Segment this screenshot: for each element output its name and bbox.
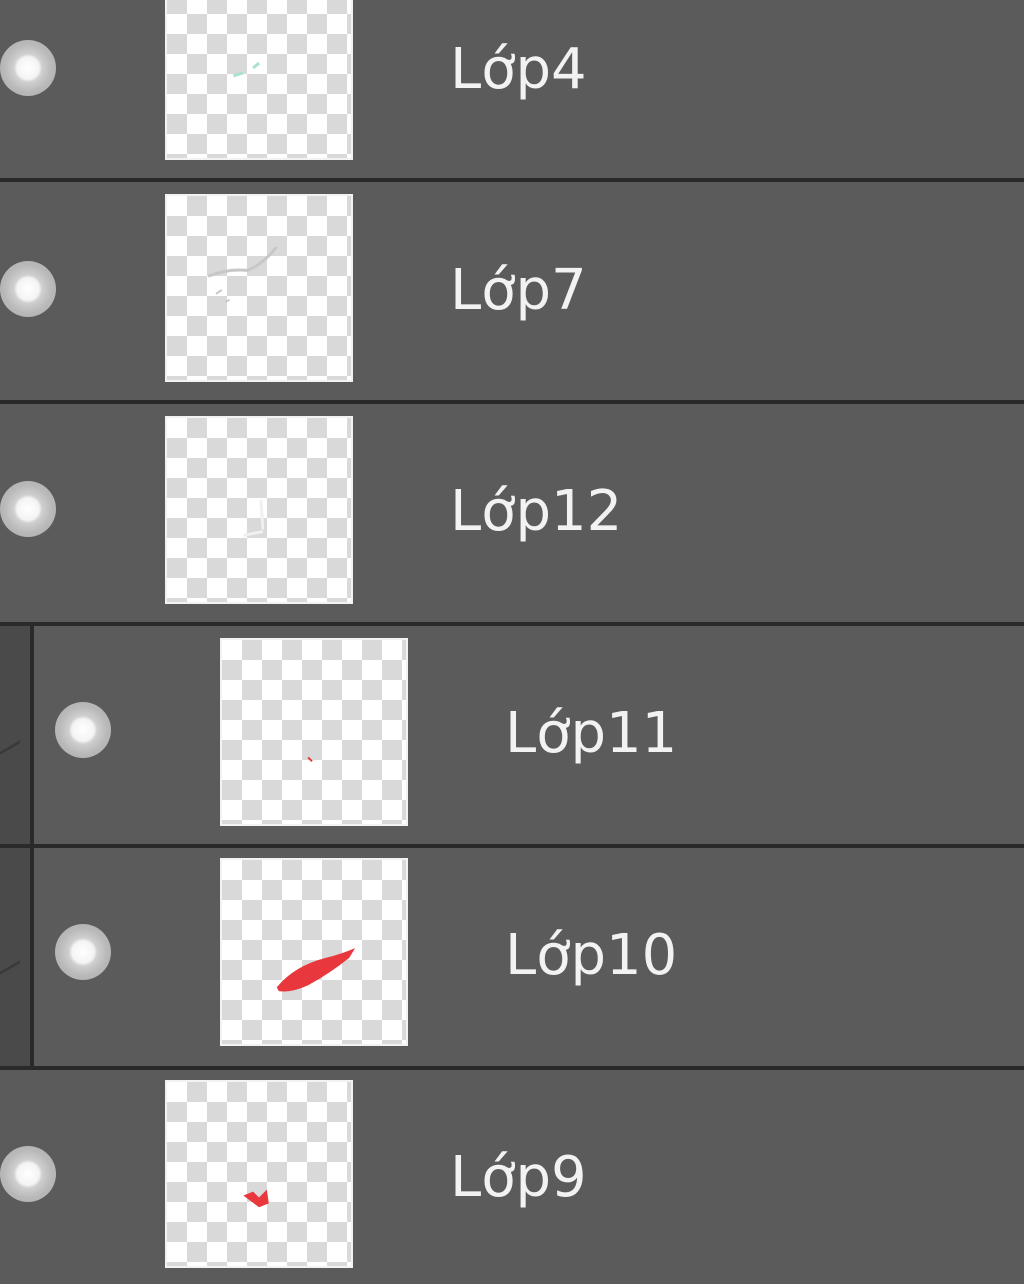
layer-row-lop11[interactable]: Lớp11	[0, 626, 1024, 848]
clip-arrow-icon	[0, 740, 20, 769]
layer-name[interactable]: Lớp12	[450, 484, 622, 540]
layer-thumbnail[interactable]	[165, 1080, 353, 1268]
clipping-indicator	[0, 626, 34, 844]
layer-row-lop12[interactable]: Lớp12	[0, 404, 1024, 626]
eye-icon[interactable]	[55, 924, 111, 980]
layer-thumbnail[interactable]	[165, 0, 353, 160]
layer-thumbnail[interactable]	[165, 416, 353, 604]
eye-icon[interactable]	[0, 40, 56, 96]
clip-arrow-icon	[0, 960, 20, 989]
layer-row-lop9[interactable]: Lớp9	[0, 1070, 1024, 1284]
clipping-indicator	[0, 848, 34, 1066]
layer-name[interactable]: Lớp7	[450, 263, 587, 319]
eye-icon[interactable]	[0, 261, 56, 317]
eye-icon[interactable]	[0, 481, 56, 537]
layer-thumbnail[interactable]	[220, 638, 408, 826]
layer-thumbnail[interactable]	[165, 194, 353, 382]
layer-name[interactable]: Lớp10	[505, 928, 677, 984]
eye-icon[interactable]	[55, 702, 111, 758]
eye-icon[interactable]	[0, 1146, 56, 1202]
layer-name[interactable]: Lớp11	[505, 706, 677, 762]
layer-name[interactable]: Lớp4	[450, 42, 587, 98]
layers-panel: Lớp4 Lớp7 Lớp12 Lớp11 Lớp10 Lớp9	[0, 0, 1024, 1284]
layer-row-lop10[interactable]: Lớp10	[0, 848, 1024, 1070]
layer-thumbnail[interactable]	[220, 858, 408, 1046]
layer-row-lop7[interactable]: Lớp7	[0, 182, 1024, 404]
layer-name[interactable]: Lớp9	[450, 1150, 587, 1206]
layer-row-lop4[interactable]: Lớp4	[0, 0, 1024, 182]
